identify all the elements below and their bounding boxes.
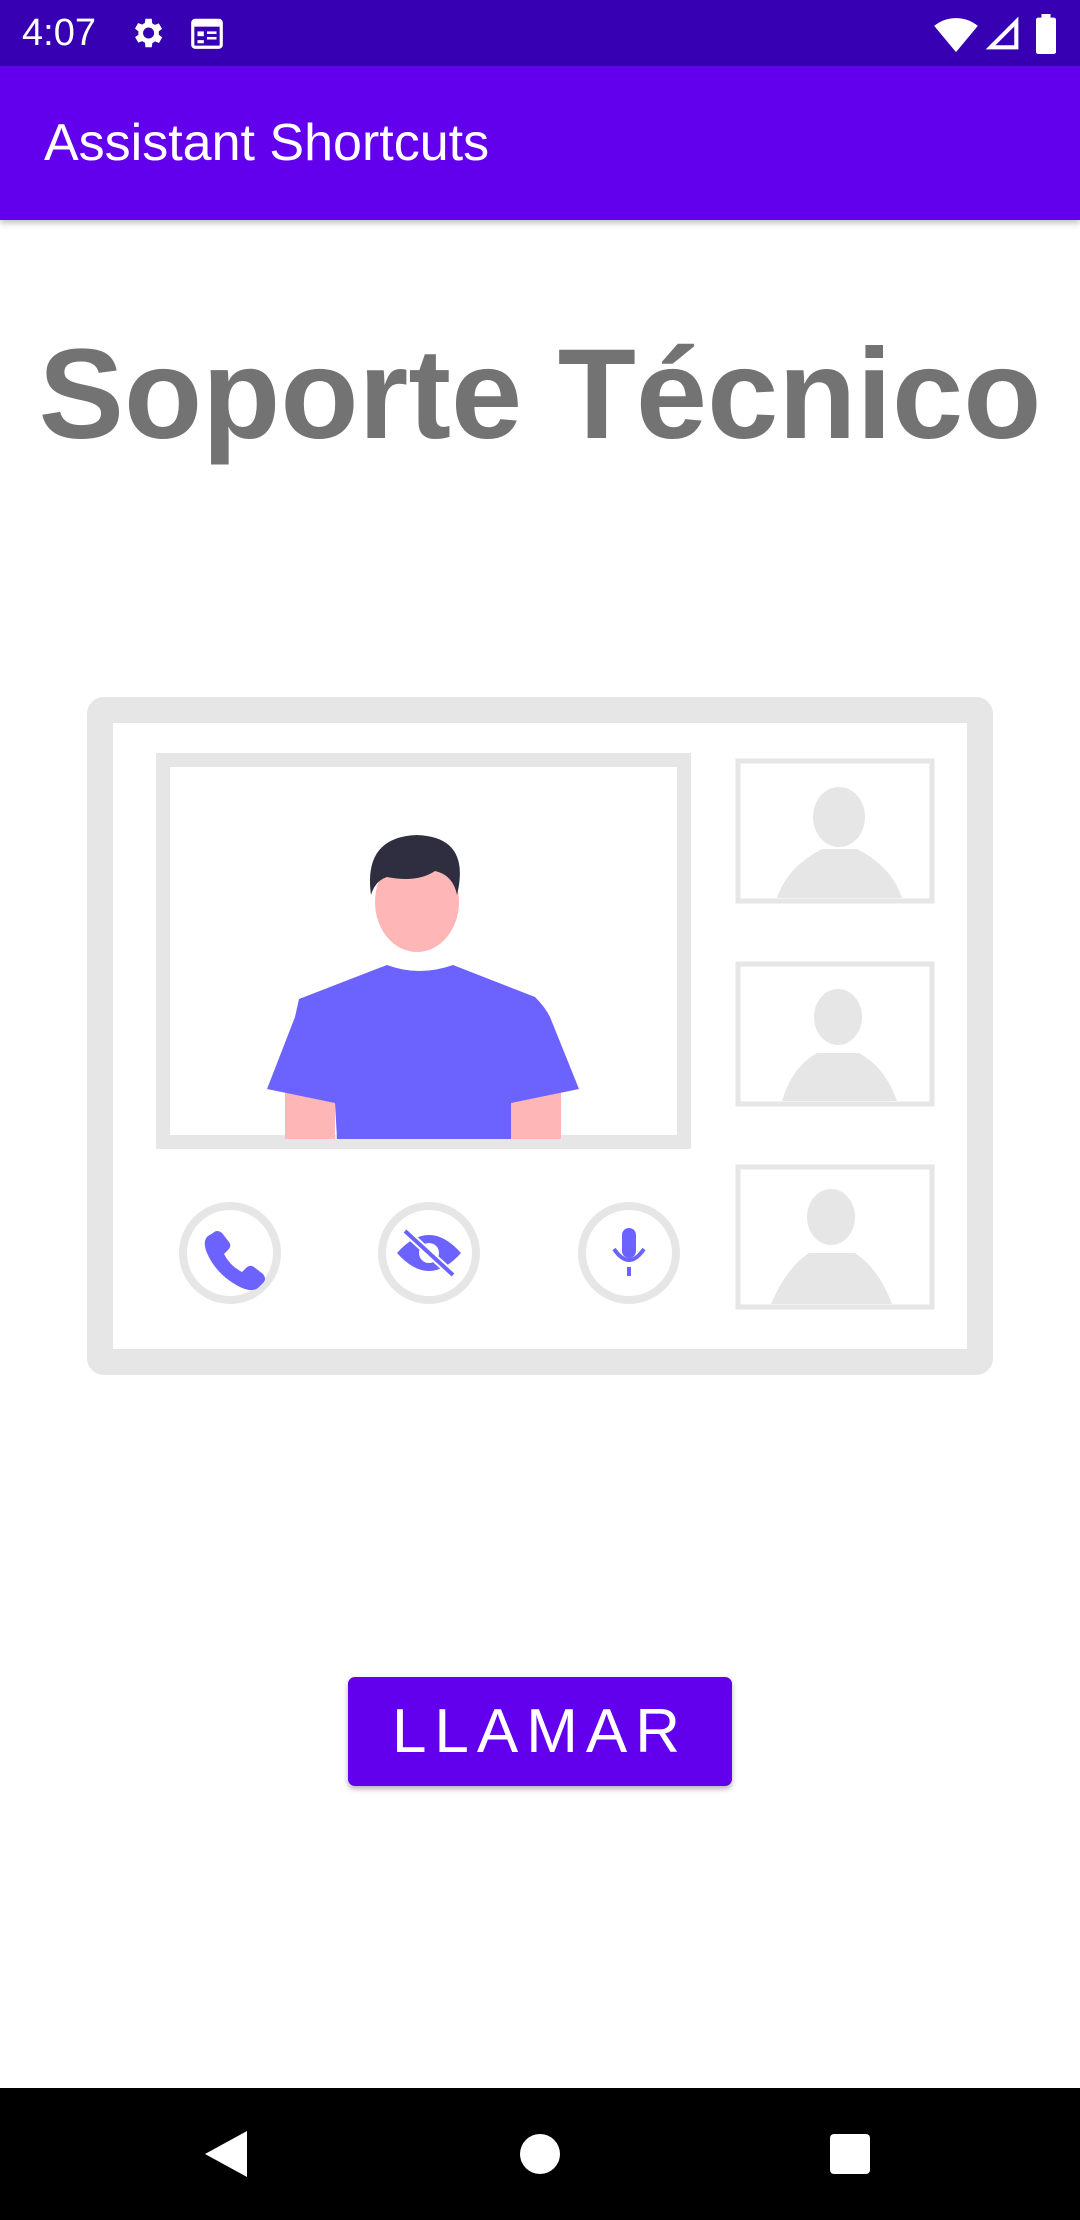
app-bar: Assistant Shortcuts <box>0 66 1080 220</box>
participant-thumbnail <box>735 758 935 904</box>
signal-icon <box>985 16 1019 50</box>
status-bar: 4:07 <box>0 0 1080 66</box>
video-off-control <box>378 1202 480 1304</box>
participant-thumbnail <box>735 1164 935 1310</box>
calendar-icon <box>191 18 223 49</box>
navigation-bar <box>0 2088 1080 2220</box>
person-figure <box>267 835 579 1139</box>
gear-icon <box>134 18 163 48</box>
video-call-illustration <box>87 697 993 1375</box>
page-title: Soporte Técnico <box>38 323 1042 466</box>
home-icon <box>520 2134 560 2174</box>
call-button[interactable]: LLAMAR <box>348 1677 732 1786</box>
phone-control <box>179 1202 281 1304</box>
participant-thumbnail <box>735 961 935 1107</box>
nav-back-button[interactable] <box>146 2088 306 2220</box>
recents-icon <box>830 2134 870 2174</box>
nav-recents-button[interactable] <box>770 2088 930 2220</box>
mic-control <box>578 1202 680 1304</box>
battery-icon <box>1036 14 1056 54</box>
nav-home-button[interactable] <box>460 2088 620 2220</box>
wifi-icon <box>934 18 978 53</box>
back-icon <box>205 2131 247 2177</box>
app-title: Assistant Shortcuts <box>44 114 490 172</box>
status-time: 4:07 <box>22 12 96 54</box>
